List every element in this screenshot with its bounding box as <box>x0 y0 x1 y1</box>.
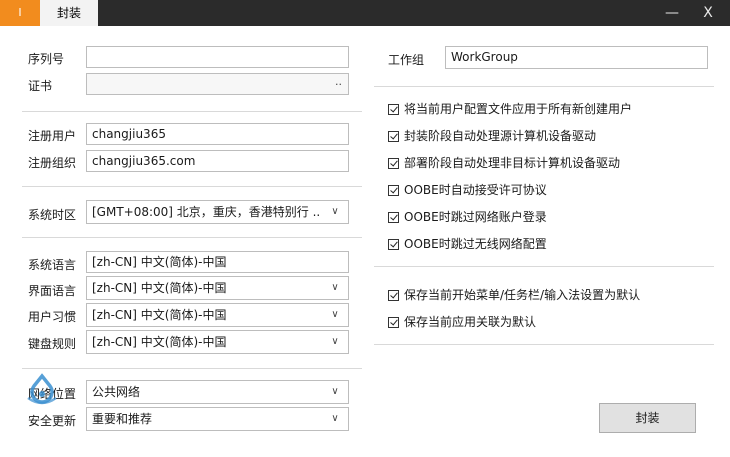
keyboard-value: [zh-CN] 中文(简体)-中国 <box>92 335 227 349</box>
option-label: 部署阶段自动处理非目标计算机设备驱动 <box>404 156 621 170</box>
workgroup-input[interactable]: WorkGroup <box>445 46 708 69</box>
checkbox-checked-icon <box>388 290 399 301</box>
option-label: OOBE时跳过网络账户登录 <box>404 210 547 224</box>
checkbox-checked-icon <box>388 317 399 328</box>
checkbox-checked-icon <box>388 131 399 142</box>
divider <box>374 266 714 267</box>
workgroup-label: 工作组 <box>388 53 425 67</box>
chevron-down-icon: ∨ <box>331 309 339 320</box>
reg-org-input[interactable]: changjiu365.com <box>86 150 349 172</box>
cert-label: 证书 <box>28 79 53 93</box>
user-locale-select[interactable]: [zh-CN] 中文(简体)-中国 ∨ <box>86 303 349 327</box>
timezone-select[interactable]: [GMT+08:00] 北京，重庆，香港特别行 .. ∨ <box>86 200 349 224</box>
package-button[interactable]: 封装 <box>599 403 696 433</box>
reg-user-input[interactable]: changjiu365 <box>86 123 349 145</box>
option-label: 保存当前应用关联为默认 <box>404 315 537 329</box>
option-target-drivers-checkbox[interactable]: 部署阶段自动处理非目标计算机设备驱动 <box>388 154 620 171</box>
sys-lang-label: 系统语言 <box>28 258 77 272</box>
option-skip-account-checkbox[interactable]: OOBE时跳过网络账户登录 <box>388 208 547 225</box>
column-gap <box>364 38 365 368</box>
minimize-button[interactable]: — <box>654 0 690 26</box>
chevron-down-icon: ∨ <box>331 336 339 347</box>
serial-label: 序列号 <box>28 52 65 66</box>
tab-package[interactable]: 封装 <box>40 0 98 26</box>
chevron-down-icon: ∨ <box>331 386 339 397</box>
update-select[interactable]: 重要和推荐 ∨ <box>86 407 349 431</box>
chevron-down-icon: ∨ <box>331 282 339 293</box>
title-bar: I 封装 — X <box>0 0 730 26</box>
timezone-value: [GMT+08:00] 北京，重庆，香港特别行 .. <box>92 205 321 219</box>
timezone-label: 系统时区 <box>28 208 77 222</box>
checkbox-checked-icon <box>388 185 399 196</box>
checkbox-checked-icon <box>388 104 399 115</box>
checkbox-checked-icon <box>388 239 399 250</box>
divider <box>22 368 362 369</box>
divider <box>22 186 362 187</box>
watermark-logo-icon <box>27 373 57 405</box>
option-source-drivers-checkbox[interactable]: 封装阶段自动处理源计算机设备驱动 <box>388 127 596 144</box>
cert-field[interactable]: .. <box>86 73 349 95</box>
sys-lang-field[interactable]: [zh-CN] 中文(简体)-中国 <box>86 251 349 273</box>
close-button[interactable]: X <box>690 0 726 26</box>
option-label: 保存当前开始菜单/任务栏/输入法设置为默认 <box>404 288 641 302</box>
keyboard-label: 键盘规则 <box>28 337 77 351</box>
user-locale-label: 用户习惯 <box>28 310 77 324</box>
option-save-start-menu-checkbox[interactable]: 保存当前开始菜单/任务栏/输入法设置为默认 <box>388 286 640 303</box>
option-label: 将当前用户配置文件应用于所有新创建用户 <box>404 102 633 116</box>
network-select[interactable]: 公共网络 ∨ <box>86 380 349 404</box>
cert-browse-button[interactable]: .. <box>335 74 342 92</box>
keyboard-select[interactable]: [zh-CN] 中文(简体)-中国 ∨ <box>86 330 349 354</box>
option-label: 封装阶段自动处理源计算机设备驱动 <box>404 129 597 143</box>
chevron-down-icon: ∨ <box>331 206 339 217</box>
option-accept-license-checkbox[interactable]: OOBE时自动接受许可协议 <box>388 181 547 198</box>
reg-user-label: 注册用户 <box>28 129 77 143</box>
option-label: OOBE时跳过无线网络配置 <box>404 237 547 251</box>
divider <box>22 237 362 238</box>
ui-lang-value: [zh-CN] 中文(简体)-中国 <box>92 281 227 295</box>
divider <box>374 344 714 345</box>
option-label: OOBE时自动接受许可协议 <box>404 183 547 197</box>
ui-lang-select[interactable]: [zh-CN] 中文(简体)-中国 ∨ <box>86 276 349 300</box>
update-value: 重要和推荐 <box>92 412 153 426</box>
checkbox-checked-icon <box>388 158 399 169</box>
chevron-down-icon: ∨ <box>331 413 339 424</box>
serial-input[interactable] <box>86 46 349 68</box>
network-value: 公共网络 <box>92 385 141 399</box>
checkbox-checked-icon <box>388 212 399 223</box>
ui-lang-label: 界面语言 <box>28 284 77 298</box>
user-locale-value: [zh-CN] 中文(简体)-中国 <box>92 308 227 322</box>
divider <box>374 86 714 87</box>
app-icon: I <box>0 0 40 26</box>
option-save-associations-checkbox[interactable]: 保存当前应用关联为默认 <box>388 313 536 330</box>
update-label: 安全更新 <box>28 414 77 428</box>
reg-org-label: 注册组织 <box>28 156 77 170</box>
option-apply-profile-checkbox[interactable]: 将当前用户配置文件应用于所有新创建用户 <box>388 100 632 117</box>
divider <box>22 111 362 112</box>
option-skip-wireless-checkbox[interactable]: OOBE时跳过无线网络配置 <box>388 235 547 252</box>
